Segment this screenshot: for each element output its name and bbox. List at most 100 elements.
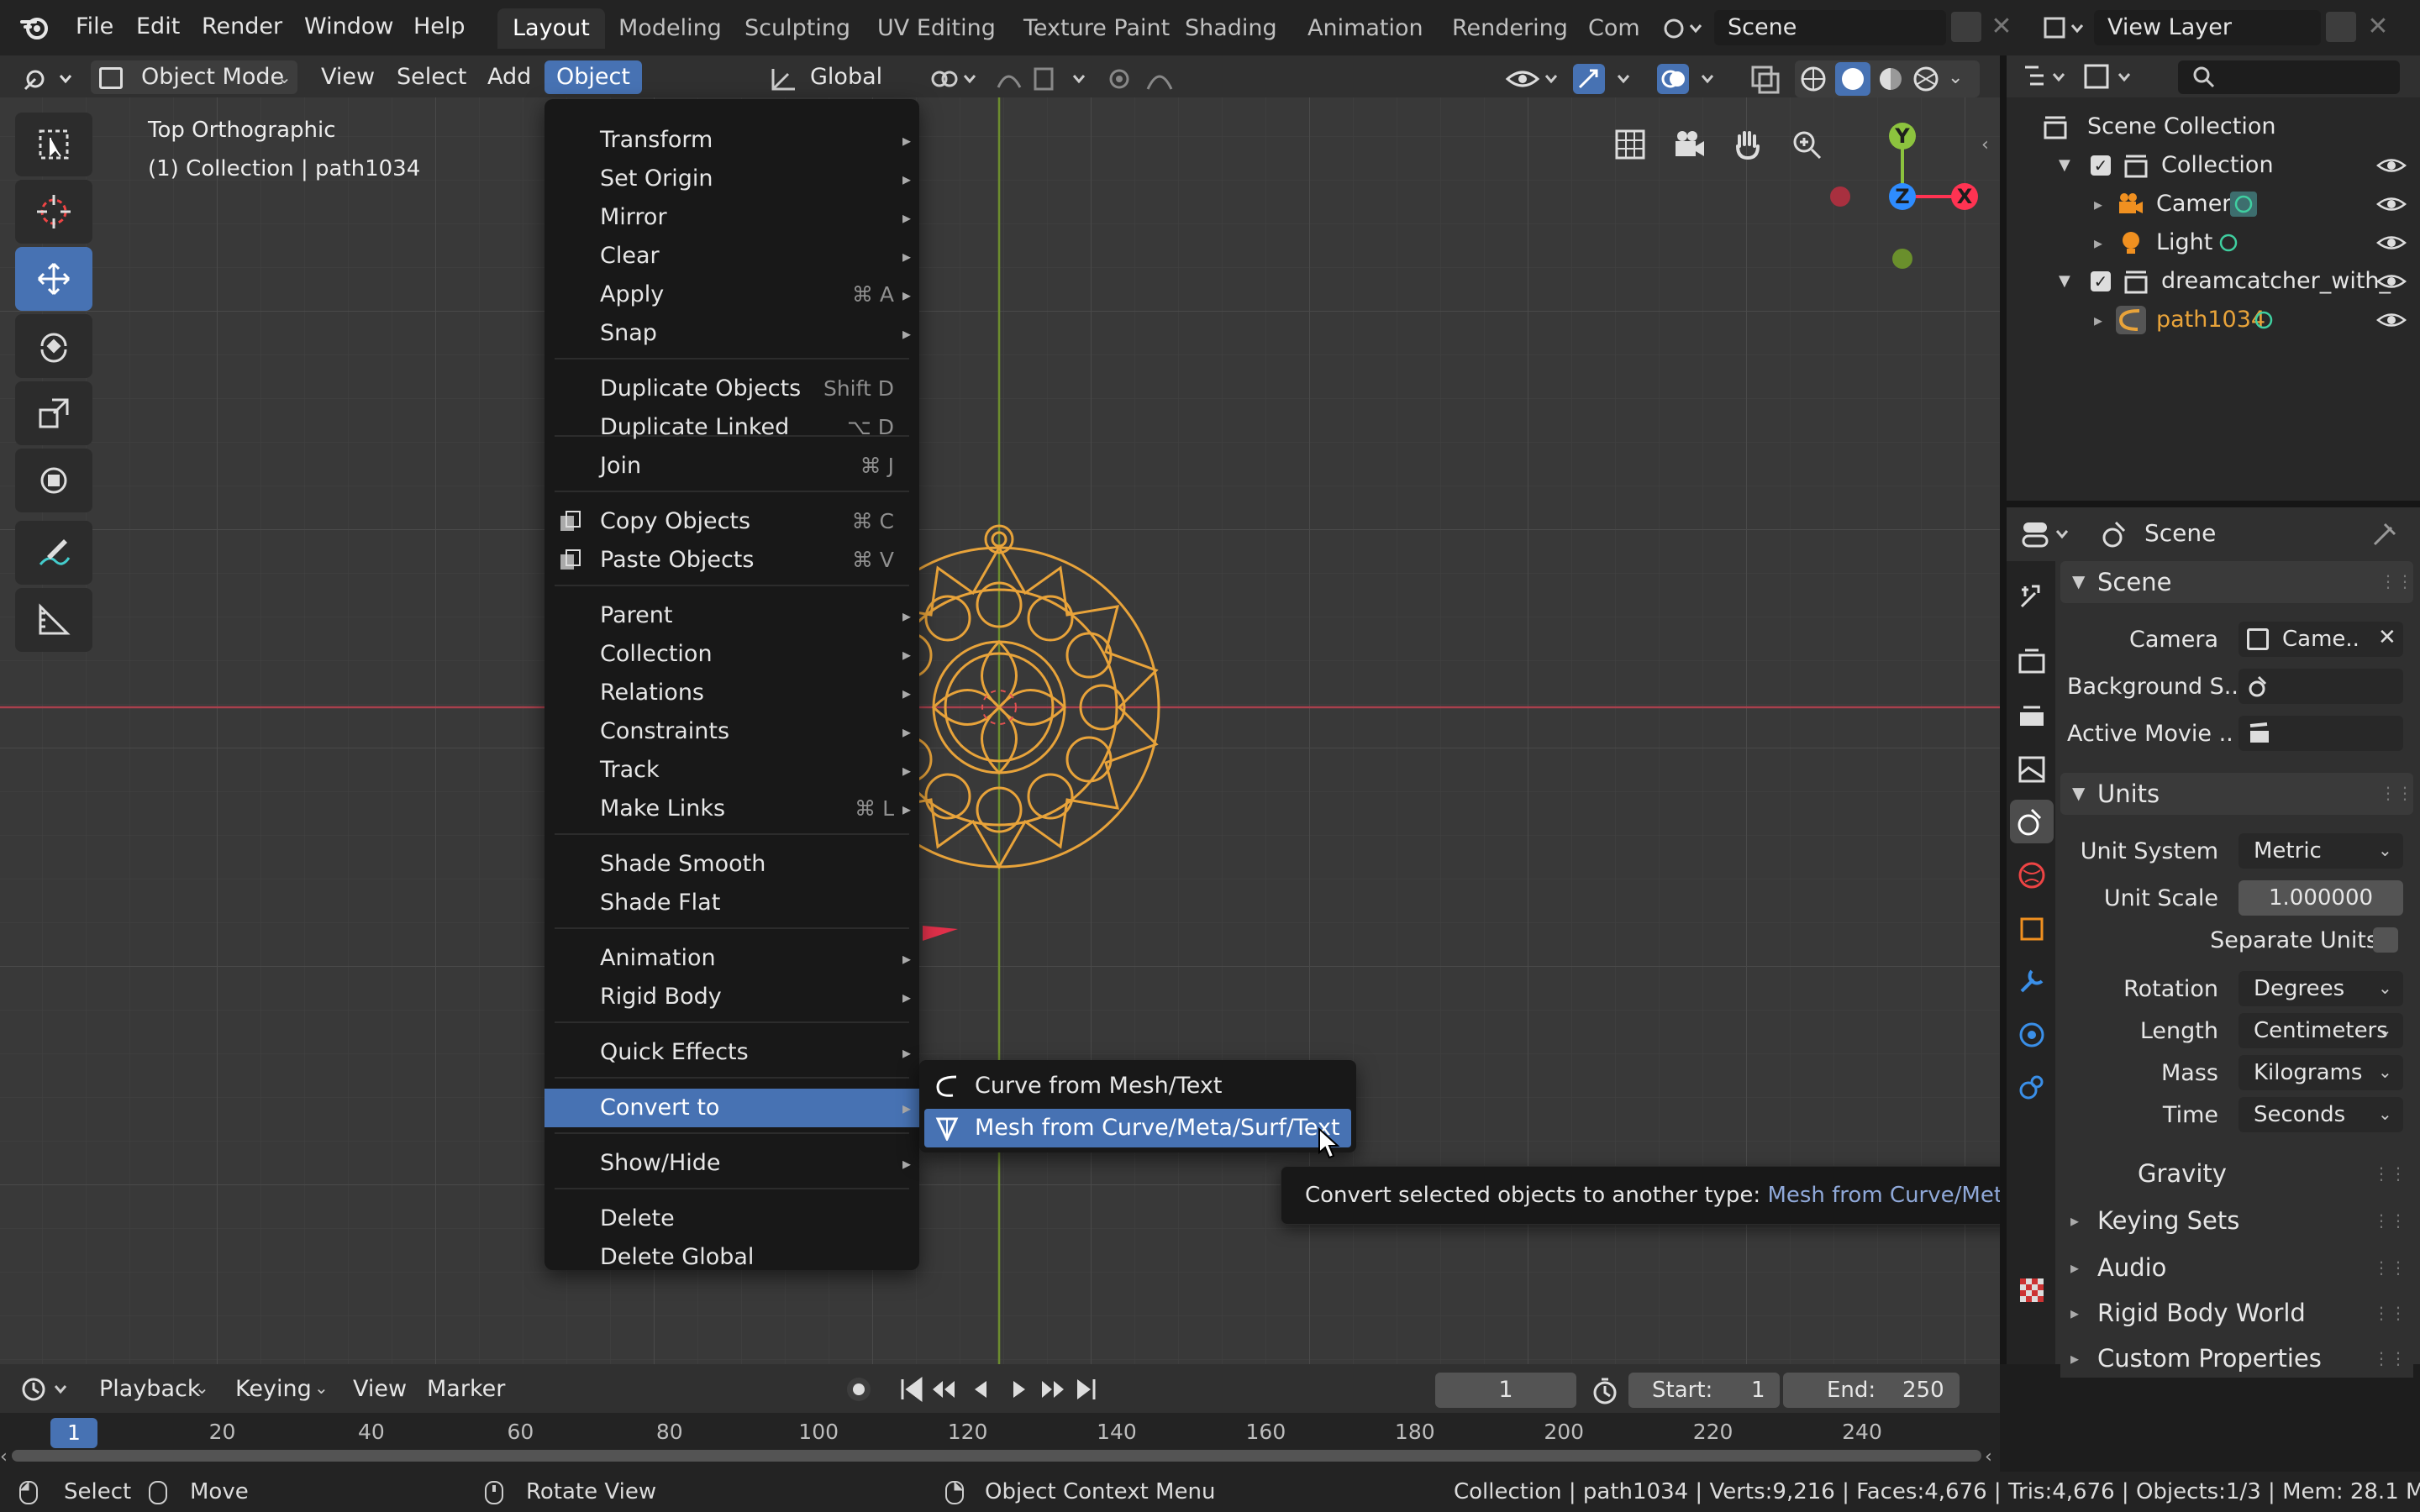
new-scene-icon[interactable]: [1951, 12, 1981, 42]
menu-item-rigid-body[interactable]: Rigid Body ▸: [544, 978, 919, 1016]
panel-custom-properties[interactable]: ▸ Custom Properties ⋮⋮: [2060, 1339, 2413, 1378]
current-frame-field[interactable]: 1: [1435, 1373, 1576, 1408]
top-menu-edit[interactable]: Edit: [126, 8, 190, 45]
panel-audio[interactable]: ▸ Audio ⋮⋮: [2060, 1248, 2413, 1287]
overlays-icon[interactable]: [1655, 62, 1723, 96]
annotate-tool-icon[interactable]: [15, 521, 92, 585]
timeline-scrollbar[interactable]: [12, 1450, 1981, 1462]
menu-item-parent[interactable]: Parent ▸: [544, 596, 919, 635]
properties-editor-type-icon[interactable]: [2020, 516, 2079, 553]
tab-uv-editing[interactable]: UV Editing: [862, 8, 1011, 49]
visibility-icon[interactable]: [1504, 62, 1563, 96]
top-menu-help[interactable]: Help: [403, 8, 476, 45]
object-tab-icon[interactable]: [2015, 912, 2049, 946]
view-layer-tab-icon[interactable]: [2015, 753, 2049, 786]
xray-icon[interactable]: [1748, 62, 1785, 96]
world-tab-icon[interactable]: [2015, 858, 2049, 892]
outliner-row-camera[interactable]: ▸ Camera: [2007, 185, 2420, 223]
material-shading-icon[interactable]: [1876, 64, 1906, 94]
eye-icon[interactable]: [2376, 309, 2407, 331]
display-mode-icon[interactable]: [2081, 60, 2139, 94]
jump-end-icon[interactable]: [1072, 1374, 1097, 1404]
panel-rigid-body-world[interactable]: ▸ Rigid Body World ⋮⋮: [2060, 1294, 2413, 1332]
wireframe-shading-icon[interactable]: [1798, 64, 1828, 94]
separate-units-checkbox[interactable]: [2373, 927, 2398, 953]
expand-triangle-icon[interactable]: ▸: [2094, 223, 2102, 262]
current-frame-indicator[interactable]: 1: [50, 1418, 97, 1448]
pan-view-icon[interactable]: [1724, 121, 1771, 168]
top-menu-file[interactable]: File: [66, 8, 124, 45]
zoom-view-icon[interactable]: [1783, 121, 1830, 168]
scroll-left-icon[interactable]: ‹: [0, 1446, 8, 1467]
tab-rendering[interactable]: Rendering: [1437, 8, 1583, 49]
timeline-menu-view[interactable]: View: [341, 1373, 418, 1406]
menu-item-show-hide[interactable]: Show/Hide ▸: [544, 1144, 919, 1183]
play-reverse-icon[interactable]: [970, 1374, 995, 1404]
menu-item-constraints[interactable]: Constraints ▸: [544, 712, 919, 751]
output-tab-icon[interactable]: [2015, 699, 2049, 732]
sidebar-toggle-icon[interactable]: ‹: [1981, 134, 1989, 155]
eye-icon[interactable]: [2376, 155, 2407, 176]
scene-name-field[interactable]: Scene: [1714, 10, 1946, 45]
camera-view-icon[interactable]: [1665, 121, 1712, 168]
header-menu-select[interactable]: Select: [385, 60, 478, 94]
drag-handle-icon[interactable]: ⋮⋮: [2373, 1201, 2407, 1240]
orientation-dropdown[interactable]: Global: [798, 60, 916, 94]
auto-keying-icon[interactable]: [847, 1374, 872, 1404]
collection-checkbox[interactable]: ✓: [2091, 155, 2111, 176]
drag-handle-icon[interactable]: ⋮⋮: [2373, 1154, 2407, 1193]
texture-tab-icon[interactable]: [2015, 1273, 2049, 1307]
timeline-editor-type-icon[interactable]: [17, 1373, 76, 1406]
tab-texture-paint[interactable]: Texture Paint: [1008, 8, 1185, 49]
menu-item-set-origin[interactable]: Set Origin ▸: [544, 160, 919, 198]
editor-type-icon[interactable]: [18, 62, 77, 94]
tool-tab-icon[interactable]: [2015, 580, 2049, 613]
menu-item-mirror[interactable]: Mirror ▸: [544, 198, 919, 237]
tab-layout[interactable]: Layout: [497, 8, 605, 49]
drag-handle-icon[interactable]: ⋮⋮: [2380, 783, 2413, 803]
render-tab-icon[interactable]: [2015, 645, 2049, 679]
measure-tool-icon[interactable]: [15, 588, 92, 652]
toggle-ortho-grid-icon[interactable]: [1607, 121, 1654, 168]
gizmo-toggle-icon[interactable]: [1571, 62, 1639, 96]
menu-item-make-links[interactable]: Make Links ⌘ L ▸: [544, 790, 919, 828]
expand-triangle-icon[interactable]: ▼: [2059, 262, 2070, 301]
clear-camera-icon[interactable]: ✕: [2378, 625, 2396, 650]
scene-browse-icon[interactable]: [1659, 12, 1706, 45]
outliner-row-path1034[interactable]: ▸ path1034: [2007, 301, 2420, 339]
convert-curve-item[interactable]: Curve from Mesh/Text: [919, 1067, 1356, 1105]
physics-tab-icon[interactable]: [2015, 1018, 2049, 1052]
cursor-tool-icon[interactable]: [15, 180, 92, 244]
area-divider[interactable]: [2007, 501, 2420, 507]
menu-item-clear[interactable]: Clear ▸: [544, 237, 919, 276]
tab-modeling[interactable]: Modeling: [603, 8, 737, 49]
light-data-icon[interactable]: [2215, 230, 2242, 255]
timeline-menu-marker[interactable]: Marker: [415, 1373, 517, 1406]
select-box-tool-icon[interactable]: [15, 113, 92, 176]
unit-scale-field[interactable]: 1.000000: [2238, 880, 2403, 916]
area-divider[interactable]: [2000, 55, 2007, 1364]
play-icon[interactable]: [1008, 1374, 1034, 1404]
header-menu-view[interactable]: View: [309, 60, 387, 94]
menu-item-shade-smooth[interactable]: Shade Smooth: [544, 845, 919, 884]
shading-options-icon[interactable]: ⌄: [1948, 67, 1963, 88]
modifier-tab-icon[interactable]: [2015, 964, 2049, 998]
scene-collection-row[interactable]: Scene Collection: [2007, 108, 2420, 146]
solid-shading-icon[interactable]: [1835, 62, 1870, 96]
tab-animation[interactable]: Animation: [1292, 8, 1439, 49]
drag-handle-icon[interactable]: ⋮⋮: [2380, 571, 2413, 591]
menu-item-track[interactable]: Track ▸: [544, 751, 919, 790]
outliner-row-collection[interactable]: ▼ ✓ Collection: [2007, 146, 2420, 185]
menu-item-snap[interactable]: Snap ▸: [544, 314, 919, 353]
timeline-menu-keying[interactable]: Keying: [224, 1373, 324, 1406]
menu-item-delete-global[interactable]: Delete Global: [544, 1238, 919, 1277]
expand-triangle-icon[interactable]: ▸: [2094, 185, 2102, 223]
header-menu-add[interactable]: Add: [476, 60, 543, 94]
panel-keying-sets[interactable]: ▸ Keying Sets ⋮⋮: [2060, 1201, 2413, 1240]
next-keyframe-icon[interactable]: [1039, 1374, 1067, 1404]
top-menu-render[interactable]: Render: [192, 8, 292, 45]
jump-start-icon[interactable]: [899, 1374, 924, 1404]
scale-tool-icon[interactable]: [15, 381, 92, 445]
drag-handle-icon[interactable]: ⋮⋮: [2373, 1294, 2407, 1332]
eye-icon[interactable]: [2376, 193, 2407, 215]
